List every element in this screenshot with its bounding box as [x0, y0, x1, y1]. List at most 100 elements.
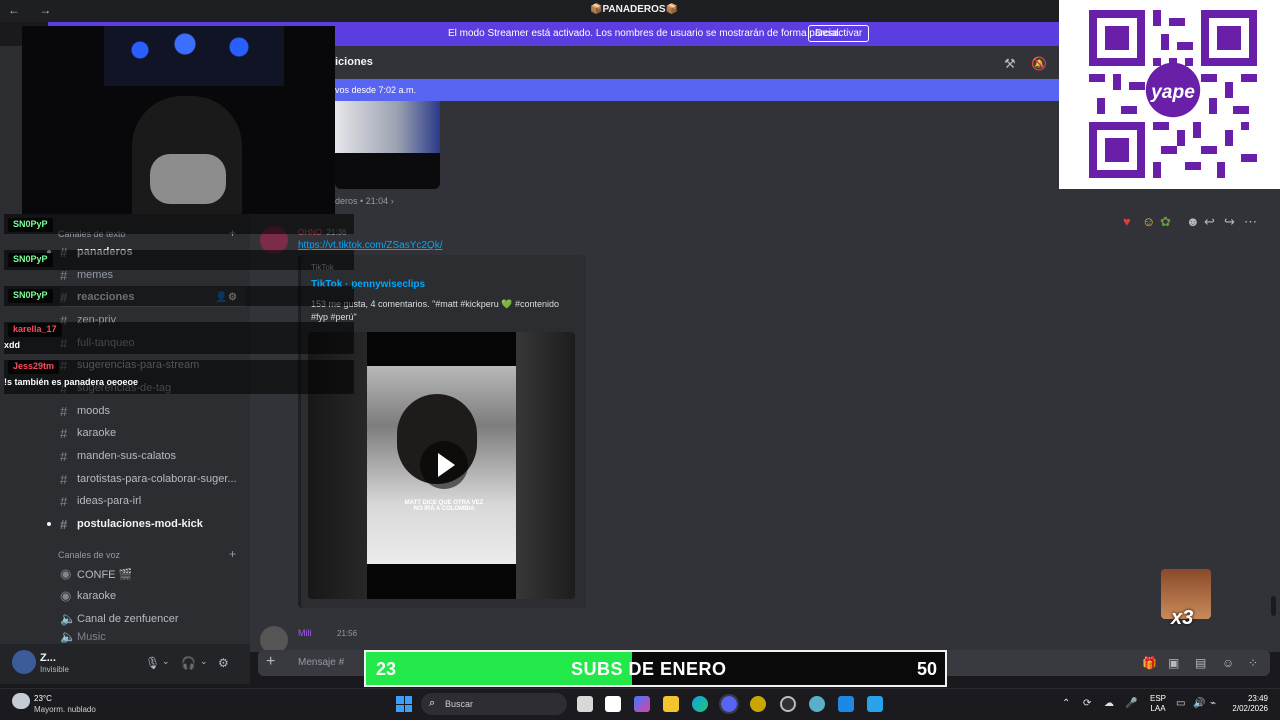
hash-icon: # [60, 516, 68, 532]
channel-manden-sus-calatos[interactable]: # manden-sus-calatos [60, 446, 245, 466]
hash-icon: # [60, 448, 68, 464]
voice-channel-confe[interactable]: ◉ CONFE 🎬 [60, 564, 245, 584]
apps-icon[interactable]: ⁘ [1248, 656, 1258, 670]
weather-description[interactable]: Mayorm. nublado [34, 705, 96, 714]
forward-icon[interactable]: ↪ [1224, 214, 1235, 230]
subs-label: SUBS DE ENERO [571, 659, 727, 679]
add-voice-channel-icon[interactable]: + [229, 547, 236, 561]
taskbar-clock[interactable]: 23:49 2/02/2026 [1228, 694, 1268, 714]
deactivate-streamer-button[interactable]: Desactivar [808, 25, 870, 42]
stream-chat-overlay: SN0PyP SN0PyP SN0PyP karella_17 xdd Jess… [0, 214, 360, 394]
microphone-icon[interactable]: 🎙 [145, 656, 160, 670]
speaker-icon: 🔈 [60, 631, 77, 643]
speaker-icon: 🔈 [60, 611, 77, 626]
chevron-up-icon[interactable]: ⌃ [1062, 698, 1070, 709]
qr-pattern: yape [1089, 10, 1257, 178]
edge-icon[interactable] [692, 696, 708, 712]
channel-title: iciones [335, 56, 373, 68]
subs-current: 23 [376, 659, 397, 679]
store-icon[interactable] [605, 696, 621, 712]
taskbar-search[interactable]: ⌕ Buscar [421, 693, 567, 715]
sync-icon[interactable]: ⟳ [1083, 698, 1091, 709]
battery-icon[interactable]: ⌁ [1210, 698, 1216, 709]
hash-icon: # [60, 425, 68, 441]
voice-channel-zenfuencer[interactable]: 🔈 Canal de zenfuencer [60, 609, 245, 629]
sticker-icon[interactable]: ▤ [1195, 656, 1206, 670]
previous-message-footer[interactable]: deros • 21:04 › [335, 196, 394, 206]
voice-channel-karaoke[interactable]: ◉ karaoke [60, 586, 245, 606]
notepad-icon[interactable] [838, 696, 854, 712]
play-button[interactable] [420, 441, 468, 489]
gift-icon[interactable]: 🎁 [1142, 656, 1157, 670]
channel-postulaciones-mod-kick[interactable]: # postulaciones-mod-kick [60, 514, 245, 534]
volume-icon[interactable]: 🔊 [1193, 698, 1205, 709]
obs-icon[interactable] [780, 696, 796, 712]
sticker-reaction-icon[interactable]: ✿ [1160, 214, 1171, 230]
user-avatar[interactable] [12, 650, 36, 674]
gif-icon[interactable]: ▣ [1168, 656, 1179, 670]
window-title: 📦PANADEROS📦 [590, 4, 679, 15]
input-language[interactable]: ESP LAA [1150, 694, 1166, 714]
file-explorer-icon[interactable] [663, 696, 679, 712]
subs-goal-bar: 23 SUBS DE ENERO 50 [364, 650, 947, 687]
new-messages-bar[interactable]: vos desde 7:02 a.m. [250, 79, 1059, 101]
message-author[interactable]: Mili [298, 628, 312, 638]
copilot-icon[interactable] [634, 696, 650, 712]
stage-icon: ◉ [60, 588, 72, 603]
network-icon[interactable]: ▭ [1176, 698, 1185, 709]
subs-goal: 50 [916, 659, 937, 679]
heart-reaction-icon[interactable]: ♥ [1123, 214, 1131, 229]
emoji-icon[interactable]: ☺ [1222, 656, 1234, 670]
chat-username: Jess29tm [8, 360, 60, 374]
onedrive-icon[interactable]: ☁ [1104, 698, 1114, 709]
nav-arrows[interactable]: ← → [8, 3, 59, 17]
search-label: Buscar [445, 699, 474, 709]
add-reaction-icon[interactable]: ☻ [1186, 214, 1200, 229]
more-options-icon[interactable]: ⋯ [1244, 214, 1257, 230]
streamer-mode-message: El modo Streamer está activado. Los nomb… [448, 28, 842, 39]
qr-brand: yape [1150, 82, 1195, 103]
app-icon[interactable] [750, 696, 766, 712]
task-view-icon[interactable] [577, 696, 593, 712]
discord-icon[interactable] [719, 694, 739, 714]
user-name: Z... [40, 652, 56, 664]
search-icon: ⌕ [429, 697, 436, 709]
cloud-icon[interactable] [12, 693, 30, 709]
channel-ideas-para-irl[interactable]: # ideas-para-irl [60, 491, 245, 511]
previous-image-attachment[interactable] [335, 101, 440, 189]
voice-channel-music[interactable]: 🔈 Music [60, 631, 245, 643]
user-status: Invisible [40, 665, 69, 674]
chat-message: !s también es panadera oeoeoe [4, 377, 139, 387]
yape-qr-code: yape [1059, 0, 1280, 189]
chevron-down-icon[interactable]: ⌄ [200, 656, 208, 667]
headphones-icon[interactable]: 🎧 [181, 656, 196, 670]
multiplier-badge: x3 [1161, 569, 1211, 629]
webcam-overlay [22, 26, 335, 214]
reply-icon[interactable]: ↩ [1204, 214, 1215, 230]
message-time: 21:56 [337, 629, 358, 638]
channel-karaoke[interactable]: # karaoke [60, 423, 245, 443]
voice-channels-category[interactable]: Canales de voz [58, 550, 120, 560]
add-attachment-icon[interactable]: + [266, 653, 275, 671]
scrollbar-thumb[interactable] [1271, 596, 1276, 616]
laugh-reaction-icon[interactable]: ☺ [1142, 214, 1155, 229]
composer-placeholder: Mensaje # [298, 657, 345, 668]
weather-temp[interactable]: 23°C [34, 694, 52, 703]
channel-tarotistas[interactable]: # tarotistas-para-colaborar-suger... [60, 469, 245, 489]
start-button[interactable] [396, 696, 412, 712]
paint-icon[interactable] [867, 696, 883, 712]
multiplier-text: x3 [1171, 607, 1194, 629]
hash-icon: # [60, 493, 68, 509]
chat-message: xdd [4, 340, 21, 350]
settings-gear-icon[interactable]: ⚙ [218, 656, 229, 670]
hash-icon: # [60, 471, 68, 487]
microphone-tray-icon[interactable]: 🎤 [1125, 698, 1137, 709]
threads-icon[interactable]: ⚒ [1004, 56, 1016, 72]
new-messages-text: vos desde 7:02 a.m. [335, 85, 417, 95]
stage-icon: ◉ [60, 566, 72, 581]
chevron-down-icon[interactable]: ⌄ [162, 656, 170, 667]
channel-moods[interactable]: # moods [60, 401, 245, 421]
notification-mute-icon[interactable]: 🔕 [1031, 56, 1047, 72]
browser-icon[interactable] [809, 696, 825, 712]
chat-username: SN0PyP [8, 218, 53, 232]
